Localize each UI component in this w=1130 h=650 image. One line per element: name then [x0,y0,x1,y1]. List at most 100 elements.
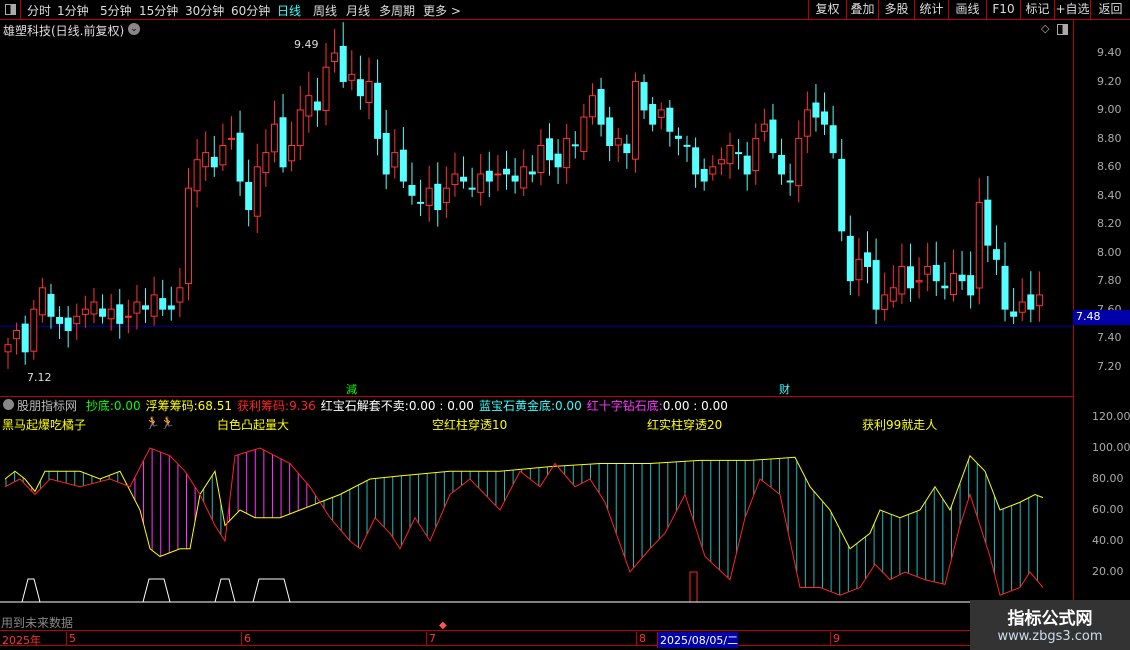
candle [477,153,485,206]
candle [202,131,210,181]
more-button[interactable]: 更多 > [423,2,461,19]
indicator-tick: 60.00 [1092,503,1124,516]
candle [4,337,12,369]
price-tick: 8.00 [1097,245,1122,259]
candle [322,43,330,126]
candle [760,108,768,142]
candle [563,124,571,184]
period-tab[interactable]: 60分钟 [231,2,270,19]
candle [511,158,519,194]
candle [21,315,29,365]
candle [941,262,949,300]
reduction-marker[interactable]: 減 [346,381,357,397]
toolbar-button[interactable]: 统计 [914,0,948,20]
price-tick: 7.40 [1097,331,1122,344]
indicator-chart[interactable] [0,413,1073,608]
finance-marker[interactable]: 财 [779,381,790,397]
candle [821,92,829,135]
indicator-value: 浮筹筹码:68.51 [146,399,232,413]
toolbar-button[interactable]: +自选 [1054,0,1090,20]
candle [503,150,511,190]
price-tick: 8.40 [1097,188,1122,202]
candle [666,100,674,147]
indicator-value: 红十字钻石底:0.00 : 0.00 [587,399,728,413]
toolbar-button[interactable]: 多股 [878,0,914,20]
candle [288,121,296,172]
candle [305,71,313,133]
candle [649,97,657,132]
period-tab-daily[interactable]: 日线 [277,2,301,19]
indicator-value: 蓝宝石黄金底:0.00 [479,399,582,413]
candle [391,129,399,179]
period-toolbar: 分时 1分钟 5分钟 15分钟 30分钟 60分钟 日线 周线 月线 多周期 更… [0,0,1130,20]
indicator-value-label: 红十字钻石底: [586,399,663,413]
indicator-value-label: 浮筹筹码: [145,399,198,413]
period-tab[interactable]: 月线 [346,2,370,19]
candle [864,231,872,284]
watermark-url: www.zbgs3.com [997,629,1103,644]
candle [399,126,407,188]
watermark-title: 指标公式网 [1007,609,1093,629]
candle [167,286,175,321]
candle [124,299,132,334]
candle [142,288,150,323]
candle [150,276,158,326]
period-tab[interactable]: 1分钟 [57,2,89,19]
candle [597,77,605,137]
red-signal-bar [689,571,698,603]
period-tab[interactable]: 5分钟 [100,2,132,19]
indicator-header: 股朋指标网 抄底:0.00 浮筹筹码:68.51 获利筹码:9.36 红宝石解套不卖:… [0,396,1073,413]
layout-toggle-icon[interactable] [0,0,21,20]
candle [331,28,339,73]
price-tick: 9.40 [1097,46,1122,59]
watermark: 指标公式网 www.zbgs3.com [970,600,1130,650]
candle [1027,271,1035,323]
candle [38,277,46,323]
candle [967,251,975,309]
toolbar-button[interactable]: F10 [986,0,1020,20]
toolbar-button[interactable]: 叠加 [846,0,878,20]
candle [812,84,820,132]
candle [460,156,468,189]
candle [889,265,897,308]
price-tick: 9.00 [1097,103,1122,116]
candle [133,284,141,330]
period-tab[interactable]: 15分钟 [139,2,178,19]
candle [434,162,442,227]
toolbar-button[interactable]: 返回 [1090,0,1130,20]
chevron-down-icon[interactable] [3,399,14,410]
date-label: 9 [830,632,840,645]
candle [1035,271,1043,322]
candle [709,155,717,181]
candle [975,178,983,305]
indicator-value: 抄底:0.00 [86,399,141,413]
bump-signal [142,578,171,603]
indicator-value-number: 9.36 [289,399,316,413]
candle [992,225,1000,275]
candle [262,129,270,187]
indicator-tick: 20.00 [1092,565,1124,578]
bump-signal [21,578,41,603]
period-tab[interactable]: 周线 [313,2,337,19]
candle [520,149,528,197]
candle [606,106,614,162]
toolbar-button[interactable]: 标记 [1020,0,1054,20]
date-label: 5 [66,632,76,645]
period-tab[interactable]: 多周期 [379,2,415,19]
toolbar-button[interactable]: 画线 [948,0,986,20]
period-tab[interactable]: 分时 [27,2,51,19]
candle [47,283,55,329]
candle [803,91,811,153]
indicator-value-label: 获利筹码: [237,399,290,413]
toolbar-button[interactable]: 复权 [808,0,846,20]
price-tick: 8.60 [1097,160,1122,173]
candle [846,215,854,296]
candle [571,131,579,159]
candlestick-chart[interactable] [0,20,1073,395]
period-tab[interactable]: 30分钟 [185,2,224,19]
candle [580,103,588,161]
candle [881,272,889,321]
candle [253,143,261,233]
candle [726,132,734,179]
date-axis: 2025年 5 6 7 8 2025/08/05/二 9 [0,630,1130,648]
